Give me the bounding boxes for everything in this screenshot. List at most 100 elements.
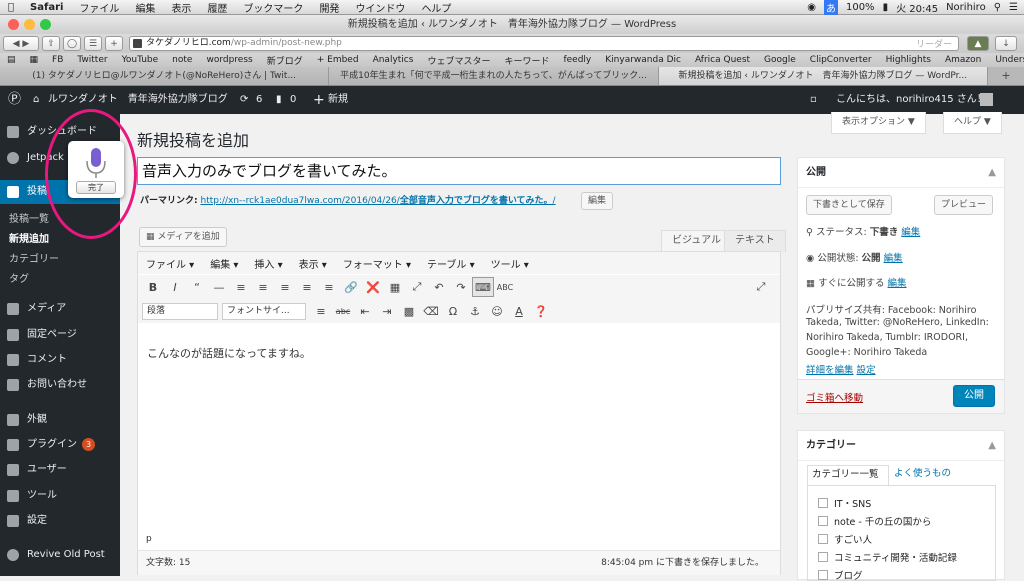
table-icon[interactable]: ▦: [384, 277, 406, 297]
sidebar-item-comments[interactable]: コメント: [0, 348, 120, 372]
comments-count[interactable]: 0: [290, 86, 296, 114]
clock[interactable]: 火 20:45: [896, 0, 938, 15]
menu-view[interactable]: 表示: [163, 0, 199, 15]
sidebar-item-media[interactable]: メディア: [0, 297, 120, 321]
blockquote-icon[interactable]: “: [186, 277, 208, 297]
editor-content[interactable]: こんなのが話題になってますね。: [147, 345, 311, 361]
category-checkbox[interactable]: [818, 498, 828, 508]
link-icon[interactable]: 🔗: [340, 277, 362, 297]
bookmark-item[interactable]: Google: [757, 55, 803, 65]
permalink-url[interactable]: http://xn--rck1ae0dua7lwa.com/2016/04/26…: [200, 196, 399, 206]
unlink-icon[interactable]: ❌: [362, 277, 384, 297]
distraction-free-icon[interactable]: ⤢: [750, 277, 772, 297]
category-item[interactable]: コミュニティ開発・活動記録: [818, 550, 957, 564]
sidebar-sub-categories[interactable]: カテゴリー: [0, 250, 120, 270]
share-icon[interactable]: ⇧: [42, 36, 60, 51]
new-content-link[interactable]: 新規: [328, 86, 348, 114]
sidebar-item-contact[interactable]: お問い合わせ: [0, 373, 120, 397]
category-item[interactable]: ブログ: [818, 568, 863, 580]
editor-menu-tools[interactable]: ツール ▾: [483, 256, 537, 271]
sidebar-item-appearance[interactable]: 外観: [0, 408, 120, 432]
bookmark-item[interactable]: YouTube: [115, 55, 166, 65]
italic-icon[interactable]: I: [164, 277, 186, 297]
bookmark-item[interactable]: wordpress: [199, 55, 259, 65]
category-box-header[interactable]: カテゴリー ▲: [798, 431, 1004, 461]
emoji-icon[interactable]: ☺: [486, 301, 508, 321]
menu-bookmarks[interactable]: ブックマーク: [235, 0, 311, 15]
menu-help[interactable]: ヘルプ: [413, 0, 459, 15]
category-item[interactable]: すごい人: [818, 532, 872, 546]
sidebar-item-pages[interactable]: 固定ページ: [0, 323, 120, 347]
minimize-window-icon[interactable]: [24, 19, 35, 30]
back-forward-button[interactable]: ◀ ▶: [3, 36, 39, 51]
redo-icon[interactable]: ↷: [450, 277, 472, 297]
browser-tab-active[interactable]: 新規投稿を追加 ‹ ルワンダノオト 青年海外協力隊ブログ — WordPr...: [658, 67, 988, 85]
updates-count[interactable]: 6: [256, 86, 262, 114]
editor-menu-format[interactable]: フォーマット ▾: [335, 256, 419, 271]
bookmark-item[interactable]: Amazon: [938, 55, 988, 65]
add-media-button[interactable]: ▦ メディアを追加: [139, 227, 227, 247]
extension-icon[interactable]: ▲: [967, 36, 989, 51]
bookmark-item[interactable]: Twitter: [70, 55, 114, 65]
special-char-icon[interactable]: Ω: [442, 301, 464, 321]
close-window-icon[interactable]: [8, 19, 19, 30]
visibility-edit-link[interactable]: 編集: [884, 253, 903, 264]
editor-menu-table[interactable]: テーブル ▾: [419, 256, 483, 271]
bookmarks-book-icon[interactable]: ▤: [0, 55, 23, 65]
align-center-icon[interactable]: ≡: [296, 277, 318, 297]
tab-popular-categories[interactable]: よく使うもの: [894, 465, 951, 483]
clear-format-icon[interactable]: ⌫: [420, 301, 442, 321]
fullscreen-icon[interactable]: ⤢: [406, 277, 428, 297]
permalink-slug[interactable]: 全部音声入力でブログを書いてみた。: [400, 196, 553, 206]
top-sites-icon[interactable]: ▦: [23, 55, 46, 65]
permalink-edit-button[interactable]: 編集: [581, 192, 614, 210]
post-title-input[interactable]: 音声入力のみでブログを書いてみた。: [137, 157, 781, 185]
bookmarks-icon[interactable]: ☰: [84, 36, 102, 51]
category-item[interactable]: IT・SNS: [818, 496, 871, 510]
align-right-icon[interactable]: ≡: [318, 277, 340, 297]
text-color-icon[interactable]: A: [508, 301, 530, 321]
help-button[interactable]: ヘルプ ▼: [943, 112, 1002, 134]
paste-text-icon[interactable]: ▩: [398, 301, 420, 321]
tab-all-categories[interactable]: カテゴリー一覧: [807, 465, 889, 485]
spotlight-icon[interactable]: ⚲: [994, 2, 1001, 13]
strikethrough-icon[interactable]: abc: [332, 301, 354, 321]
reader-button[interactable]: リーダー: [916, 39, 952, 52]
menu-safari[interactable]: Safari: [22, 2, 71, 13]
permalink-tail[interactable]: /: [553, 196, 556, 206]
editor-menu-insert[interactable]: 挿入 ▾: [246, 256, 290, 271]
menu-window[interactable]: ウインドウ: [347, 0, 413, 15]
notification-icon[interactable]: ☰: [1009, 2, 1018, 13]
font-size-select[interactable]: フォントサイ...: [222, 302, 306, 320]
menu-develop[interactable]: 開発: [311, 0, 347, 15]
screen-options-button[interactable]: 表示オプション ▼: [831, 112, 926, 134]
menu-edit[interactable]: 編集: [127, 0, 163, 15]
status-edit-link[interactable]: 編集: [901, 227, 920, 238]
outdent-icon[interactable]: ⇤: [354, 301, 376, 321]
publicize-details-link[interactable]: 詳細を編集: [806, 365, 854, 376]
spellcheck-icon[interactable]: ABC: [494, 277, 516, 297]
browser-tab[interactable]: 平成10年生まれ「何で平成一桁生まれの人たちって、がんばってブリック...: [329, 67, 659, 85]
indent-icon[interactable]: ⇥: [376, 301, 398, 321]
bookmark-item[interactable]: ウェブマスター: [420, 54, 497, 67]
bookmark-item[interactable]: 新ブログ: [260, 54, 310, 67]
zoom-window-icon[interactable]: [40, 19, 51, 30]
address-bar[interactable]: タケダノリヒロ.com/wp-admin/post-new.php リーダー: [129, 36, 959, 51]
apple-icon[interactable]: : [0, 2, 22, 13]
publish-button[interactable]: 公開: [953, 385, 995, 407]
reading-list-icon[interactable]: ◯: [63, 36, 81, 51]
home-icon[interactable]: ⌂: [33, 86, 39, 114]
category-checkbox[interactable]: [818, 534, 828, 544]
browser-tab[interactable]: (1) タケダノリヒロ@ルワンダノオト(@NoReHero)さん | Twit.…: [0, 67, 330, 85]
bookmark-item[interactable]: キーワード: [497, 54, 556, 67]
category-checkbox[interactable]: [818, 570, 828, 580]
admin-greeting[interactable]: こんにちは、norihiro415 さん！: [836, 86, 987, 114]
format-select[interactable]: 段落: [142, 302, 218, 320]
bookmark-item[interactable]: note: [165, 55, 199, 65]
bold-icon[interactable]: B: [142, 277, 164, 297]
new-tab-button[interactable]: +: [105, 36, 123, 51]
bullet-list-icon[interactable]: ≡: [230, 277, 252, 297]
help-icon[interactable]: ❓: [530, 301, 552, 321]
menubar-user[interactable]: Norihiro: [946, 2, 986, 13]
sidebar-item-users[interactable]: ユーザー: [0, 458, 120, 482]
